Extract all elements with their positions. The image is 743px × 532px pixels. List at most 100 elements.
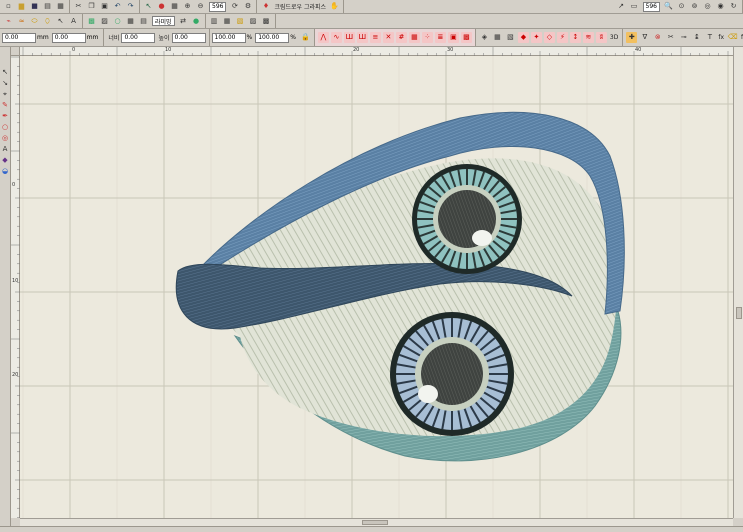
palette-icon[interactable]: ● (191, 16, 202, 27)
embroidery-design[interactable] (20, 56, 733, 518)
height-field[interactable]: 0.00 (171, 32, 206, 43)
color-tool-icon[interactable]: ◒ (1, 167, 10, 176)
height-adjust-icon[interactable]: ↨ (691, 32, 702, 43)
display4-icon[interactable]: ▨ (248, 16, 259, 27)
zoom-all-icon[interactable]: ◎ (702, 1, 713, 12)
vertical-scroll-thumb[interactable] (736, 307, 742, 319)
scissors-icon[interactable]: ✂ (665, 32, 676, 43)
pointer-tool-icon[interactable]: ↖ (1, 68, 10, 77)
effect-zigzag-icon[interactable]: ⋀ (317, 32, 329, 43)
zoom-fit-icon[interactable]: ⊙ (676, 1, 687, 12)
shield-icon[interactable]: ♦ (260, 1, 271, 12)
effect-comb2-icon[interactable]: Ш (356, 32, 368, 43)
circle-tool-icon[interactable]: ○ (112, 16, 123, 27)
node10-icon[interactable]: ʬ (595, 32, 607, 43)
horizontal-scroll-thumb[interactable] (362, 520, 388, 525)
settings-icon[interactable]: ⚙ (242, 1, 253, 12)
stitch-count-field[interactable]: 596 (209, 1, 227, 12)
effect-dots-icon[interactable]: ⁘ (421, 32, 433, 43)
fx-label[interactable]: fx (718, 34, 724, 41)
node7-icon[interactable]: ⚡ (556, 32, 568, 43)
node-edit-tool-icon[interactable]: ⌖ (1, 90, 10, 99)
redo-icon[interactable]: ↷ (125, 1, 136, 12)
apply-icon[interactable]: ⇄ (178, 16, 189, 27)
hand-icon[interactable]: ✋ (329, 1, 340, 12)
height-pct-field[interactable]: 100.00 (255, 32, 290, 43)
pen-tool-icon[interactable]: ✒ (1, 112, 10, 121)
paste-icon[interactable]: ▣ (99, 1, 110, 12)
stitch-view-icon[interactable]: ▦ (55, 1, 66, 12)
circle-draw-icon[interactable]: ○ (1, 123, 10, 132)
align-icon[interactable]: ⊸ (678, 32, 689, 43)
effect-grid-icon[interactable]: ▦ (408, 32, 420, 43)
grid-icon[interactable]: ▦ (169, 1, 180, 12)
node9-icon[interactable]: ≋ (582, 32, 594, 43)
text-adjust-icon[interactable]: T (704, 32, 715, 43)
node6-icon[interactable]: ◇ (543, 32, 555, 43)
eraser-icon[interactable]: ⌫ (727, 32, 738, 43)
horizontal-scrollbar[interactable] (20, 518, 733, 526)
reshape-tool-icon[interactable]: ↘ (1, 79, 10, 88)
run-stitch-icon[interactable]: ⌁ (3, 16, 14, 27)
node3-icon[interactable]: ▧ (505, 32, 516, 43)
zoom-out-icon[interactable]: ⊖ (195, 1, 206, 12)
3d-label[interactable]: 3D (610, 34, 618, 41)
arrow-tool-icon[interactable]: ↖ (55, 16, 66, 27)
select-icon[interactable]: ↖ (143, 1, 154, 12)
effect-hatch-icon[interactable]: # (395, 32, 407, 43)
width-field[interactable]: 0.00 (121, 32, 156, 43)
knife-tool-icon[interactable]: ✎ (1, 101, 10, 110)
shape-stitch-icon[interactable]: ⬯ (42, 16, 53, 27)
new-file-icon[interactable]: ▫ (3, 1, 14, 12)
rotate-icon[interactable]: ↻ (728, 1, 739, 12)
effect-comb-icon[interactable]: Ш (343, 32, 355, 43)
node2-icon[interactable]: ▦ (492, 32, 503, 43)
effect-box-icon[interactable]: ▣ (447, 32, 459, 43)
zoom-field[interactable]: 596 (642, 1, 660, 12)
color-icon[interactable]: ● (156, 1, 167, 12)
effect-lines-icon[interactable]: ≣ (434, 32, 446, 43)
width-pct-field[interactable]: 100.00 (211, 32, 246, 43)
satin-stitch-icon[interactable]: ≈ (16, 16, 27, 27)
pin-icon[interactable]: ✚ (626, 32, 638, 43)
text-draw-icon[interactable]: A (1, 145, 10, 154)
zoom-select-icon[interactable]: ◉ (715, 1, 726, 12)
print-icon[interactable]: ▤ (42, 1, 53, 12)
pattern-icon[interactable]: ▩ (86, 16, 97, 27)
open-folder-icon[interactable]: ▆ (16, 1, 27, 12)
node8-icon[interactable]: ↕ (569, 32, 581, 43)
display5-icon[interactable]: ▩ (261, 16, 272, 27)
node4-icon[interactable]: ◆ (517, 32, 529, 43)
effect-cross-icon[interactable]: ✕ (382, 32, 394, 43)
display-icon[interactable]: ▥ (209, 16, 220, 27)
cut-icon[interactable]: ✂ (73, 1, 84, 12)
target-icon[interactable]: ◎ (1, 134, 10, 143)
grid-tool-icon[interactable]: ▦ (125, 16, 136, 27)
zoom-icon[interactable]: 🔍 (663, 1, 674, 12)
zoom-page-icon[interactable]: ⊚ (689, 1, 700, 12)
effect-weave-icon[interactable]: ▩ (460, 32, 472, 43)
effect-stripe-icon[interactable]: ≡ (369, 32, 381, 43)
vector-icon[interactable]: ∇ (639, 32, 650, 43)
copy-icon[interactable]: ❐ (86, 1, 97, 12)
node5-icon[interactable]: ✦ (530, 32, 542, 43)
y-field[interactable]: 0.00 (51, 32, 86, 43)
image-icon[interactable]: ▤ (138, 16, 149, 27)
x-field[interactable]: 0.00 (2, 32, 36, 43)
measure-icon[interactable]: ↗ (616, 1, 627, 12)
fill-tool-icon[interactable]: ◆ (1, 156, 10, 165)
pattern2-icon[interactable]: ▨ (99, 16, 110, 27)
cancel-icon[interactable]: ⊗ (652, 32, 663, 43)
fill-stitch-icon[interactable]: ⬭ (29, 16, 40, 27)
display2-icon[interactable]: ▦ (222, 16, 233, 27)
fill-type-select[interactable]: 라미밍 (152, 16, 175, 26)
ruler-icon[interactable]: ▭ (629, 1, 640, 12)
display3-icon[interactable]: ▧ (235, 16, 246, 27)
undo-icon[interactable]: ↶ (112, 1, 123, 12)
text-tool-icon[interactable]: A (68, 16, 79, 27)
refresh-icon[interactable]: ⟳ (229, 1, 240, 12)
save-icon[interactable]: ■ (29, 1, 40, 12)
lock-icon[interactable]: 🔒 (300, 32, 311, 43)
vertical-scrollbar[interactable] (733, 47, 743, 518)
effect-wave-icon[interactable]: ∿ (330, 32, 342, 43)
